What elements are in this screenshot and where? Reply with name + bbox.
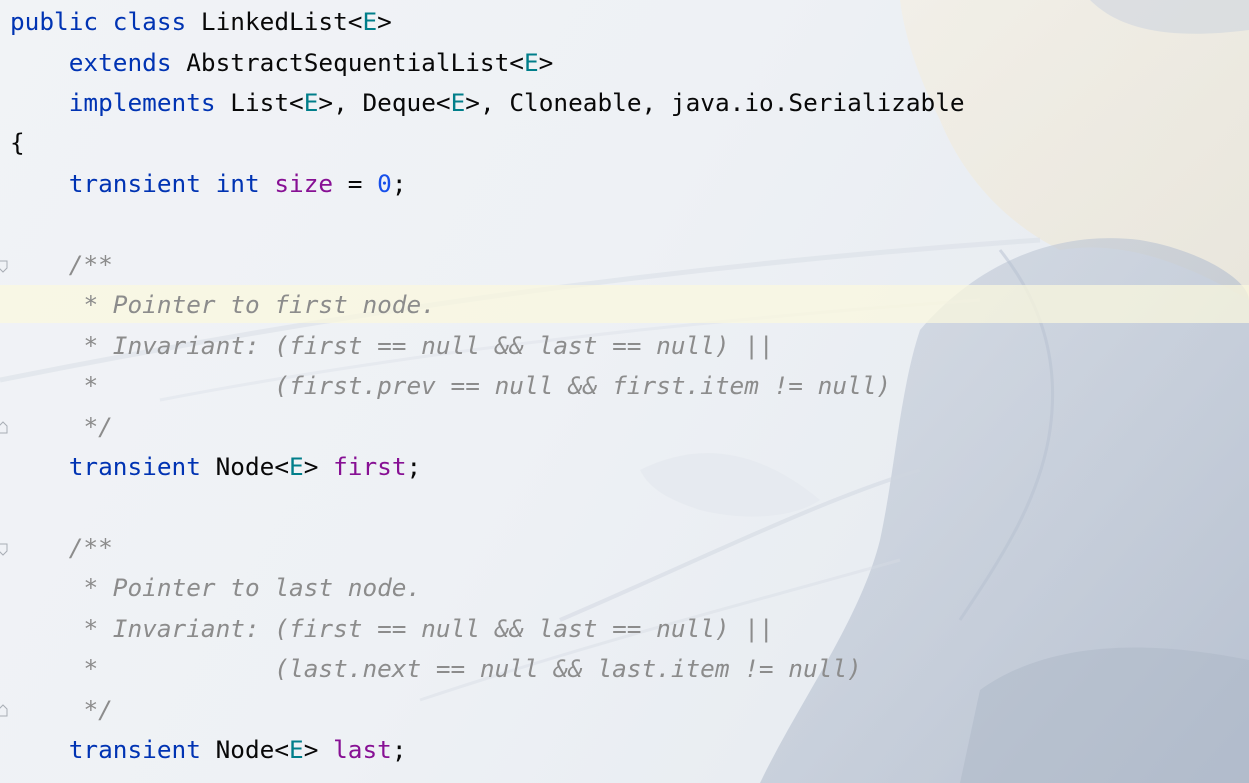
type-param-token: E [289,452,304,481]
keyword-token: extends [68,48,172,77]
doc-comment-text: * (last.next == null && last.item != nul… [83,654,862,683]
interface-token: Deque [362,88,436,117]
interface-token: java.io.Serializable [670,88,965,117]
doc-comment-text: * Pointer to first node. [83,290,436,319]
doc-comment-text: * (first.prev == null && first.item != n… [83,371,892,400]
doc-comment-line: /** [10,245,113,285]
doc-comment-line: * (last.next == null && last.item != nul… [10,649,862,689]
type-param-token: E [289,735,304,764]
doc-comment-close: */ [83,412,113,441]
doc-comment-line: * (first.prev == null && first.item != n… [10,366,891,406]
class-name-token: AbstractSequentialList [186,48,510,77]
code-line: extends AbstractSequentialList<E> [68,48,554,77]
code-line: public class LinkedList<E> [10,7,392,36]
doc-comment-text: * Invariant: (first == null && last == n… [83,331,774,360]
interface-token: List [230,88,290,117]
type-param-token: E [523,48,539,77]
class-name-token: LinkedList [200,7,348,36]
doc-comment-line: */ [10,407,113,447]
doc-comment-close: */ [83,695,113,724]
doc-comment-line: /** [10,528,113,568]
class-name-token: Node [215,452,275,481]
code-line: transient Node<E> last; [68,735,407,764]
fold-icon[interactable] [0,260,8,273]
code-line: transient Node<E> first; [68,452,422,481]
type-param-token: E [362,7,378,36]
field-token: first [333,452,407,481]
field-token: last [333,735,392,764]
keyword-token: int [215,169,260,198]
doc-comment-line: * Pointer to first node. [10,285,436,325]
keyword-token: transient [68,452,201,481]
type-param-token: E [303,88,319,117]
keyword-token: transient [68,735,201,764]
keyword-token: class [112,7,187,36]
interface-token: Cloneable [509,88,642,117]
code-line: implements List<E>, Deque<E>, Cloneable,… [68,88,965,117]
keyword-token: transient [68,169,201,198]
doc-comment-line: * Invariant: (first == null && last == n… [10,326,774,366]
doc-comment-line: */ [10,690,113,730]
class-name-token: Node [215,735,275,764]
type-param-token: E [450,88,466,117]
keyword-token: implements [68,88,216,117]
doc-comment-open: /** [68,250,113,279]
doc-comment-line: * Invariant: (first == null && last == n… [10,609,774,649]
fold-icon[interactable] [0,543,8,556]
number-token: 0 [377,169,392,198]
fold-end-icon[interactable] [0,704,8,717]
fold-end-icon[interactable] [0,421,8,434]
field-token: size [274,169,334,198]
brace-token: { [10,128,25,157]
doc-comment-text: * Invariant: (first == null && last == n… [83,614,774,643]
doc-comment-open: /** [68,533,113,562]
code-line: { [10,123,25,163]
doc-comment-line: * Pointer to last node. [10,568,421,608]
doc-comment-text: * Pointer to last node. [83,573,422,602]
keyword-token: public [10,7,99,36]
code-line: transient int size = 0; [68,169,407,198]
